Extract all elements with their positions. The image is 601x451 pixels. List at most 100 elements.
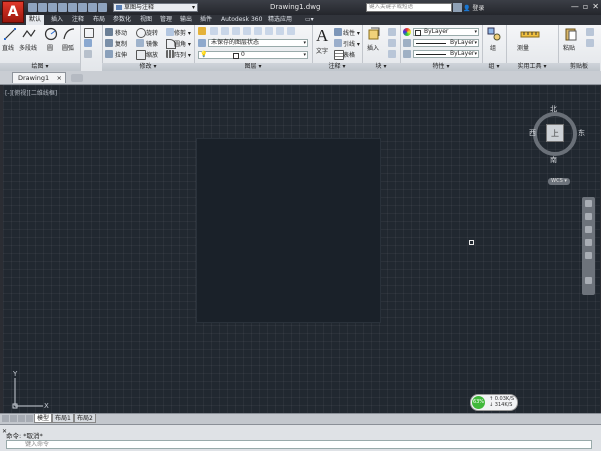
mirror-label[interactable]: 镜像	[146, 39, 158, 48]
color-dropdown[interactable]: ByLayer ▾	[413, 28, 479, 36]
application-menu-button[interactable]: A	[2, 1, 24, 23]
file-tab-drawing1[interactable]: Drawing1 ×	[12, 72, 66, 83]
save-icon[interactable]	[48, 3, 57, 12]
linear-dimension-icon[interactable]	[334, 28, 342, 36]
minimize-button[interactable]: —	[571, 2, 579, 11]
compass-south[interactable]: 南	[550, 155, 557, 165]
lineweight-dropdown[interactable]: ByLayer ▾	[413, 50, 479, 58]
layout-tab-layout2[interactable]: 布局2	[74, 414, 96, 423]
command-input[interactable]: 键入命令	[6, 440, 592, 449]
tab-featured-apps[interactable]: 精选应用	[265, 15, 295, 25]
move-icon[interactable]	[105, 28, 113, 36]
layer-properties-icon[interactable]	[198, 27, 206, 35]
create-block-icon[interactable]	[388, 28, 396, 36]
tab-output[interactable]: 输出	[177, 15, 195, 25]
tab-layout[interactable]: 布局	[90, 15, 108, 25]
mirror-icon[interactable]	[136, 39, 144, 47]
properties-panel-title[interactable]: 特性 ▾	[400, 63, 482, 71]
copy-icon[interactable]	[105, 39, 113, 47]
clipboard-panel-title[interactable]: 剪贴板	[558, 63, 600, 71]
tab-insert[interactable]: 插入	[48, 15, 66, 25]
workspace-selector[interactable]: 草图与注释 ▾	[113, 3, 198, 12]
tab-default[interactable]: 默认	[26, 15, 45, 25]
modify-panel-title[interactable]: 修改 ▾	[102, 63, 194, 71]
cut-icon[interactable]	[586, 28, 594, 36]
search-input[interactable]: 键入关键字或短语	[366, 3, 452, 12]
compass-north[interactable]: 北	[550, 104, 557, 114]
tab-plugins[interactable]: 插件	[197, 15, 215, 25]
layer-dropdown[interactable]: 💡 0 ▾	[198, 51, 308, 59]
leader-label[interactable]: 引线 ▾	[343, 39, 360, 48]
layer-icon-7[interactable]	[276, 27, 284, 35]
login-button[interactable]: 👤 登录	[463, 3, 484, 12]
copy-clip-icon[interactable]	[586, 39, 594, 47]
viewcube-top-face[interactable]: 上	[546, 124, 564, 142]
wcs-menu[interactable]: WCS ▾	[548, 178, 570, 185]
array-label[interactable]: 阵列 ▾	[174, 50, 191, 59]
leader-icon[interactable]	[334, 39, 342, 47]
layout-tab-layout1[interactable]: 布局1	[52, 414, 74, 423]
layer-icon-4[interactable]	[243, 27, 251, 35]
paste-icon[interactable]	[564, 27, 578, 41]
open-file-icon[interactable]	[38, 3, 47, 12]
close-button[interactable]: ✕	[592, 2, 599, 11]
restore-button[interactable]: ▫	[583, 2, 588, 11]
polyline-icon[interactable]	[22, 27, 36, 41]
groups-panel-title[interactable]: 组 ▾	[482, 63, 506, 71]
circle-icon[interactable]	[44, 27, 58, 41]
rotate-icon[interactable]	[136, 28, 146, 38]
compass-west[interactable]: 西	[529, 128, 536, 138]
move-label[interactable]: 移动	[115, 28, 127, 37]
edit-block-icon[interactable]	[388, 39, 396, 47]
new-file-icon[interactable]	[28, 3, 37, 12]
tab-manage[interactable]: 管理	[157, 15, 175, 25]
insert-block-icon[interactable]	[367, 27, 381, 41]
first-layout-icon[interactable]	[2, 415, 9, 422]
arc-icon[interactable]	[62, 27, 76, 41]
measure-icon[interactable]	[520, 27, 540, 41]
stretch-icon[interactable]	[105, 50, 113, 58]
block-panel-title[interactable]: 块 ▾	[362, 63, 400, 71]
hatch-icon[interactable]	[84, 39, 92, 47]
close-icon[interactable]: ×	[57, 73, 62, 83]
text-icon[interactable]: A	[316, 26, 328, 46]
undo-icon[interactable]	[78, 3, 87, 12]
region-icon[interactable]	[84, 50, 92, 58]
tab-parametric[interactable]: 参数化	[110, 15, 134, 25]
line-icon[interactable]	[3, 27, 17, 41]
layer-icon-2[interactable]	[221, 27, 229, 35]
orbit-icon[interactable]	[585, 239, 592, 246]
previous-layout-icon[interactable]	[10, 415, 17, 422]
pan-icon[interactable]	[585, 213, 592, 220]
layer-icon-5[interactable]	[254, 27, 262, 35]
copy-label[interactable]: 复制	[115, 39, 127, 48]
next-layout-icon[interactable]	[18, 415, 25, 422]
layer-state-dropdown[interactable]: 未保存的图层状态 ▾	[208, 39, 308, 47]
layer-icon-6[interactable]	[265, 27, 273, 35]
drawing-canvas[interactable]: [-][俯视][二维线框] 上 北 南 西 东 WCS ▾ Y X 63% ↑ …	[3, 85, 600, 413]
network-speed-widget[interactable]: 63% ↑ 0.03K/S ↓ 314K/S	[470, 394, 518, 411]
layer-icon-3[interactable]	[232, 27, 240, 35]
viewport-controls[interactable]: [-][俯视][二维线框]	[5, 88, 57, 97]
viewcube[interactable]: 上 北 南 西 东	[529, 104, 585, 165]
plot-icon[interactable]	[68, 3, 77, 12]
rotate-label[interactable]: 旋转	[146, 28, 158, 37]
group-icon[interactable]	[487, 27, 501, 41]
tab-autodesk-360[interactable]: Autodesk 360	[218, 15, 265, 25]
draw-panel-title[interactable]: 绘图 ▾	[0, 63, 80, 71]
more-icon[interactable]	[98, 3, 107, 12]
fillet-label[interactable]: 圆角 ▾	[174, 39, 191, 48]
attribute-icon[interactable]	[388, 50, 396, 58]
new-tab-button[interactable]	[71, 74, 83, 82]
redo-icon[interactable]	[88, 3, 97, 12]
table-label[interactable]: 表格	[343, 50, 355, 59]
tab-view[interactable]: 视图	[137, 15, 155, 25]
layers-panel-title[interactable]: 图层 ▾	[194, 63, 312, 71]
scale-label[interactable]: 缩放	[146, 50, 158, 59]
rectangle-icon[interactable]	[84, 28, 94, 38]
layout-tab-model[interactable]: 模型	[34, 414, 53, 423]
array-icon[interactable]	[166, 50, 174, 58]
steering-wheel-icon[interactable]	[585, 200, 592, 207]
last-layout-icon[interactable]	[26, 415, 33, 422]
layer-icon-1[interactable]	[210, 27, 218, 35]
